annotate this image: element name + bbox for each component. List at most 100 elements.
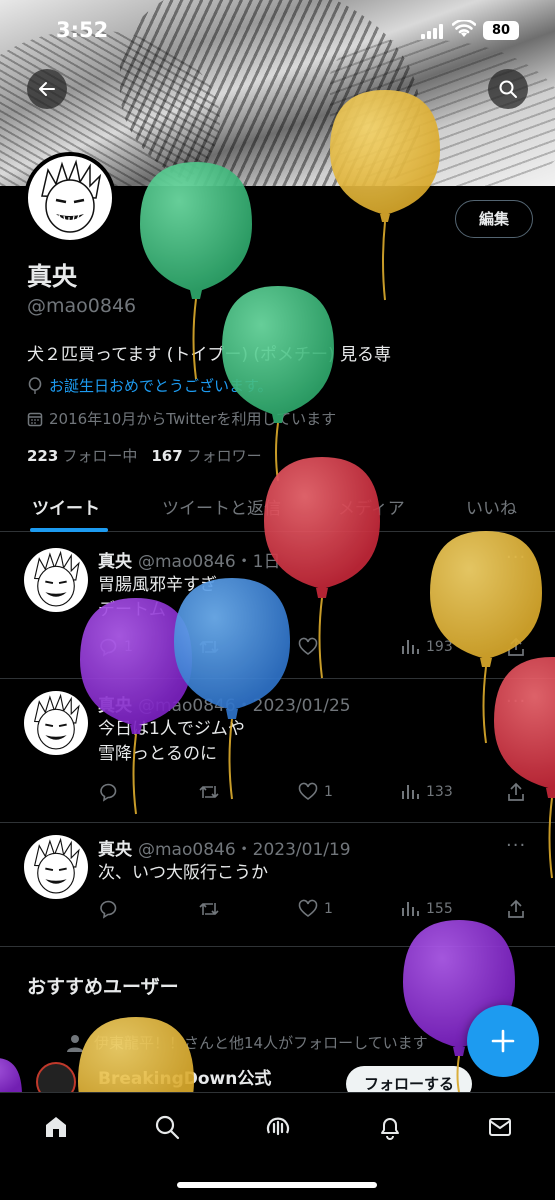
search-button[interactable] — [488, 69, 528, 109]
joined-line: 2016年10月からTwitterを利用しています — [27, 408, 336, 429]
share-button[interactable] — [506, 637, 526, 657]
retweet-icon — [199, 903, 219, 915]
avatar-illustration — [33, 837, 80, 894]
profile-handle: @mao0846 — [27, 295, 137, 317]
retweet-icon — [199, 786, 219, 798]
tweet-header: 真央 @mao0846・1日 — [98, 547, 280, 572]
heart-icon — [298, 899, 318, 917]
views-count: 155 — [426, 901, 453, 917]
balloon-outline-icon — [28, 376, 42, 394]
tweet-item[interactable]: 真央 @mao0846・1日 ··· 胃腸風邪辛すぎ デートム 1 193 — [0, 533, 555, 679]
like-button[interactable] — [298, 637, 318, 657]
reply-button[interactable]: 1 — [98, 637, 133, 657]
reply-icon — [100, 783, 117, 802]
retweet-button[interactable] — [198, 782, 220, 802]
recommended-context-text: 伊東龍平！！さんと他14人がフォローしています — [94, 1034, 428, 1052]
followers-link[interactable]: 167 フォロワー — [151, 445, 261, 466]
tweet-avatar[interactable] — [24, 548, 88, 612]
tweet-text: 次、いつ大阪行こうか — [98, 863, 268, 883]
like-count: 1 — [324, 784, 333, 800]
views-icon — [402, 640, 419, 654]
views-button[interactable]: 155 — [400, 899, 453, 919]
nav-notifications[interactable] — [370, 1107, 410, 1147]
tab-tweets-and-replies[interactable]: ツイートと返信 — [162, 494, 281, 519]
reply-button[interactable] — [98, 899, 118, 919]
more-options-icon[interactable]: ··· — [506, 835, 526, 856]
heart-icon — [298, 637, 318, 655]
retweet-button[interactable] — [198, 637, 220, 657]
nav-spaces[interactable] — [258, 1107, 298, 1147]
avatar-illustration — [33, 550, 80, 607]
tweet-meta: @mao0846・2023/01/25 — [138, 696, 351, 716]
share-icon — [508, 782, 524, 801]
views-button[interactable]: 133 — [400, 782, 453, 802]
tweet-avatar[interactable] — [24, 835, 88, 899]
tweet-text: 今日は1人でジムや 雪降っとるのに — [98, 719, 245, 764]
reply-button[interactable] — [98, 782, 118, 802]
tweet-author-name: 真央 — [98, 552, 132, 572]
retweet-button[interactable] — [198, 899, 220, 919]
views-icon — [402, 785, 419, 799]
reply-icon — [100, 638, 117, 657]
tweet-meta: @mao0846・2023/01/19 — [138, 840, 351, 860]
back-button[interactable] — [27, 69, 67, 109]
retweet-icon — [199, 641, 219, 653]
like-button[interactable]: 1 — [298, 782, 333, 802]
more-options-icon[interactable]: ··· — [506, 691, 526, 712]
following-count: 223 — [27, 447, 59, 465]
followers-count: 167 — [151, 447, 183, 465]
avatar-illustration — [33, 693, 80, 750]
like-button[interactable]: 1 — [298, 899, 333, 919]
tweet-header: 真央 @mao0846・2023/01/19 — [98, 835, 351, 860]
status-time: 3:52 — [56, 18, 109, 42]
following-link[interactable]: 223 フォロー中 — [27, 445, 137, 466]
edit-profile-button[interactable]: 編集 — [455, 200, 533, 238]
tweet-actions: 1 133 — [98, 782, 538, 806]
tweet-header: 真央 @mao0846・2023/01/25 — [98, 691, 351, 716]
views-button[interactable]: 193 — [400, 637, 453, 657]
tweet-actions: 1 193 — [98, 637, 538, 661]
views-count: 133 — [426, 784, 453, 800]
follow-stats: 223 フォロー中 167 フォロワー — [27, 445, 262, 466]
more-options-icon[interactable]: ··· — [506, 547, 526, 568]
search-icon — [155, 1115, 180, 1140]
cellular-signal-icon — [421, 24, 445, 39]
home-indicator — [177, 1182, 377, 1188]
search-icon — [499, 80, 517, 98]
bell-icon — [381, 1118, 399, 1140]
tweet-meta: @mao0846・1日 — [138, 552, 281, 572]
reply-count: 1 — [124, 639, 133, 655]
birthday-line[interactable]: お誕生日おめでとうございます。 — [27, 375, 273, 396]
home-icon — [46, 1117, 66, 1137]
recommended-users-title: おすすめユーザー — [27, 976, 179, 998]
share-icon — [508, 637, 524, 656]
views-count: 193 — [426, 639, 453, 655]
profile-bio: 犬２匹買ってます (トイプー) (ポメチー) 見る専 — [27, 345, 392, 365]
tweet-avatar[interactable] — [24, 691, 88, 755]
recommended-user-name[interactable]: BreakingDown公式 — [98, 1064, 271, 1089]
joined-text: 2016年10月からTwitterを利用しています — [49, 410, 337, 428]
nav-home[interactable] — [36, 1107, 76, 1147]
plus-icon — [491, 1029, 515, 1053]
profile-name: 真央 — [27, 262, 78, 291]
share-button[interactable] — [506, 782, 526, 802]
tweet-author-name: 真央 — [98, 696, 132, 716]
share-button[interactable] — [506, 899, 526, 919]
tab-likes[interactable]: いいね — [466, 494, 517, 519]
like-count: 1 — [324, 901, 333, 917]
tweet-item[interactable]: 真央 @mao0846・2023/01/25 ··· 今日は1人でジムや 雪降っと… — [0, 679, 555, 823]
tab-media[interactable]: メディア — [338, 494, 405, 519]
profile-avatar[interactable] — [24, 152, 116, 244]
following-label: フォロー中 — [62, 447, 138, 465]
tweet-item[interactable]: 真央 @mao0846・2023/01/19 ··· 次、いつ大阪行こうか 1 1… — [0, 823, 555, 947]
compose-tweet-button[interactable] — [467, 1005, 539, 1077]
profile-tabs: ツイート ツイートと返信 メディア いいね — [0, 480, 555, 532]
nav-explore[interactable] — [147, 1107, 187, 1147]
banner-art — [330, 40, 555, 186]
birthday-text: お誕生日おめでとうございます。 — [49, 377, 273, 395]
followers-label: フォロワー — [186, 447, 262, 465]
wifi-icon — [452, 20, 476, 37]
tab-tweets[interactable]: ツイート — [32, 494, 100, 519]
balloon-icon — [0, 1058, 22, 1096]
nav-messages[interactable] — [480, 1107, 520, 1147]
